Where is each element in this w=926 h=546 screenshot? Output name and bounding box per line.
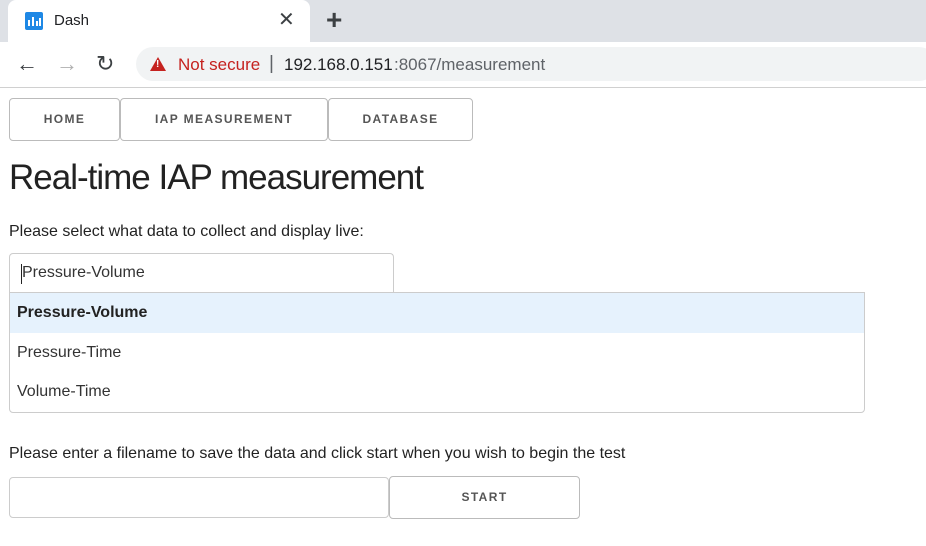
arrow-left-icon[interactable]: ←	[16, 51, 38, 77]
reload-icon[interactable]: ↻	[96, 51, 114, 77]
tab-title: Dash	[54, 12, 90, 29]
browser-toolbar: ← → ↻ Not secure | 192.168.0.151 :8067/m…	[0, 42, 926, 88]
dropdown-value: Pressure-Volume	[22, 264, 145, 281]
address-bar[interactable]: Not secure | 192.168.0.151 :8067/measure…	[136, 47, 926, 81]
security-label[interactable]: Not secure	[178, 55, 260, 75]
url-host[interactable]: 192.168.0.151	[284, 55, 393, 75]
start-button[interactable]: START	[389, 476, 580, 519]
new-tab-icon[interactable]: +	[326, 6, 342, 34]
dropdown-option-volume-time[interactable]: Volume-Time	[10, 372, 864, 412]
data-type-dropdown[interactable]: Pressure-Volume	[9, 253, 394, 293]
browser-tabstrip: Dash ✕ +	[0, 0, 926, 42]
url-path[interactable]: :8067/measurement	[394, 55, 545, 75]
url-separator: |	[269, 53, 274, 74]
filename-input[interactable]	[9, 477, 389, 518]
close-icon[interactable]: ✕	[278, 9, 295, 31]
nav-database-button[interactable]: DATABASE	[328, 98, 473, 141]
dropdown-option-pressure-volume[interactable]: Pressure-Volume	[10, 293, 864, 333]
dropdown-menu: Pressure-Volume Pressure-Time Volume-Tim…	[9, 292, 865, 413]
browser-tab[interactable]: Dash ✕	[8, 0, 310, 42]
page-title: Real-time IAP measurement	[9, 158, 424, 197]
arrow-right-icon[interactable]: →	[56, 51, 78, 77]
filename-prompt: Please enter a filename to save the data…	[9, 445, 626, 462]
dropdown-option-pressure-time[interactable]: Pressure-Time	[10, 333, 864, 373]
warning-triangle-icon[interactable]	[150, 57, 166, 71]
nav-iap-measurement-button[interactable]: IAP MEASUREMENT	[120, 98, 328, 141]
select-prompt: Please select what data to collect and d…	[9, 223, 364, 240]
nav-home-button[interactable]: HOME	[9, 98, 120, 141]
bar-chart-icon	[25, 12, 43, 30]
